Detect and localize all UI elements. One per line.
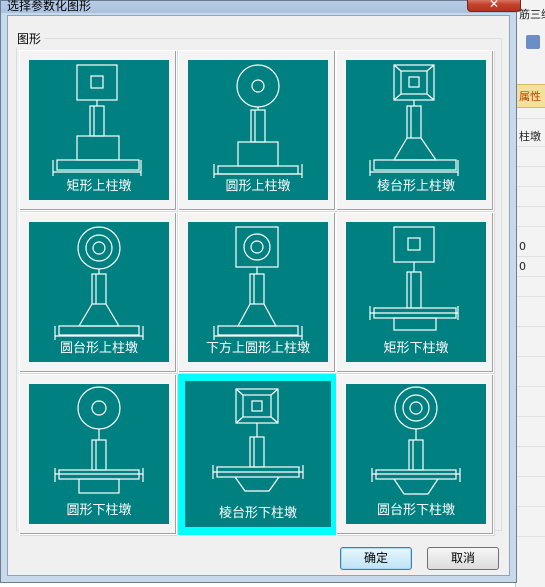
- shape-label: 圆形下柱墩: [66, 503, 132, 518]
- background-grid-line: [516, 276, 545, 277]
- shape-label: 圆台形上柱墩: [59, 341, 138, 356]
- cancel-button[interactable]: 取消: [427, 547, 499, 570]
- shape-label: 圆形上柱墩: [225, 179, 291, 194]
- close-icon: ✕: [488, 0, 500, 11]
- shape-label: 棱台形下柱墩: [218, 506, 297, 521]
- shape-tile-rect-upper[interactable]: 矩形上柱墩: [19, 50, 177, 211]
- shape-label: 圆台形下柱墩: [376, 503, 455, 518]
- shape-preview: 矩形上柱墩: [29, 60, 169, 200]
- background-header-text: 属性: [519, 90, 541, 103]
- background-grid-line: [516, 506, 545, 507]
- background-cell-text: 0: [519, 240, 526, 253]
- background-toolbar-icon: [526, 35, 540, 49]
- background-grid-line: [516, 446, 545, 447]
- shape-label: 矩形下柱墩: [383, 341, 449, 356]
- background-grid-line: [516, 356, 545, 357]
- background-grid-line: [516, 476, 545, 477]
- select-shape-dialog: 选择参数化图形 ✕ 图形 矩形上柱墩 圆形上柱墩 棱台形上柱墩 圆台形上柱墩 下…: [0, 0, 521, 583]
- group-label: 图形: [14, 30, 45, 47]
- shape-tile-prism-lower[interactable]: 棱台形下柱墩: [178, 374, 336, 535]
- shape-preview: 圆形下柱墩: [29, 384, 169, 524]
- dialog-client-area: 图形 矩形上柱墩 圆形上柱墩 棱台形上柱墩 圆台形上柱墩 下方上圆形上柱墩 矩形…: [7, 15, 510, 576]
- ok-button[interactable]: 确定: [340, 547, 412, 570]
- shape-preview: 圆台形下柱墩: [346, 384, 486, 524]
- shape-preview: 棱台形上柱墩: [346, 60, 486, 200]
- background-grid-line: [516, 536, 545, 537]
- background-grid-line: [516, 416, 545, 417]
- background-grid-line: [516, 256, 545, 257]
- shape-label: 棱台形上柱墩: [376, 179, 455, 194]
- background-grid-line: [516, 386, 545, 387]
- background-cell-text: 柱墩: [519, 130, 541, 143]
- background-grid-line: [516, 226, 545, 227]
- background-grid-line: [516, 146, 545, 147]
- background-grid-line: [516, 296, 545, 297]
- shape-tile-circle-upper[interactable]: 圆形上柱墩: [178, 50, 336, 211]
- shape-preview: 矩形下柱墩: [346, 222, 486, 362]
- shape-tile-frustum-lower[interactable]: 圆台形下柱墩: [336, 374, 494, 535]
- background-grid-line: [516, 118, 545, 119]
- background-cell-text: 0: [519, 260, 526, 273]
- background-grid-line: [516, 326, 545, 327]
- shape-preview: 圆台形上柱墩: [29, 222, 169, 362]
- dialog-titlebar[interactable]: 选择参数化图形: [1, 0, 516, 13]
- dialog-title: 选择参数化图形: [7, 0, 92, 13]
- shape-tile-frustum-upper[interactable]: 圆台形上柱墩: [19, 212, 177, 373]
- shape-tile-rect-lower[interactable]: 矩形下柱墩: [336, 212, 494, 373]
- shape-label: 下方上圆形上柱墩: [205, 341, 310, 356]
- shape-label: 矩形上柱墩: [66, 179, 132, 194]
- shape-preview: 下方上圆形上柱墩: [188, 222, 328, 362]
- shape-tile-square-bottom-circle-top-upper[interactable]: 下方上圆形上柱墩: [178, 212, 336, 373]
- shape-tile-prism-upper[interactable]: 棱台形上柱墩: [336, 50, 494, 211]
- shape-preview: 圆形上柱墩: [188, 60, 328, 200]
- background-grid-line: [516, 186, 545, 187]
- shape-tile-circle-lower[interactable]: 圆形下柱墩: [19, 374, 177, 535]
- close-button[interactable]: ✕: [467, 0, 521, 12]
- shape-preview: 棱台形下柱墩: [185, 381, 331, 527]
- background-text: 筋三维: [519, 8, 545, 21]
- background-grid-line: [516, 206, 545, 207]
- background-grid-line: [516, 166, 545, 167]
